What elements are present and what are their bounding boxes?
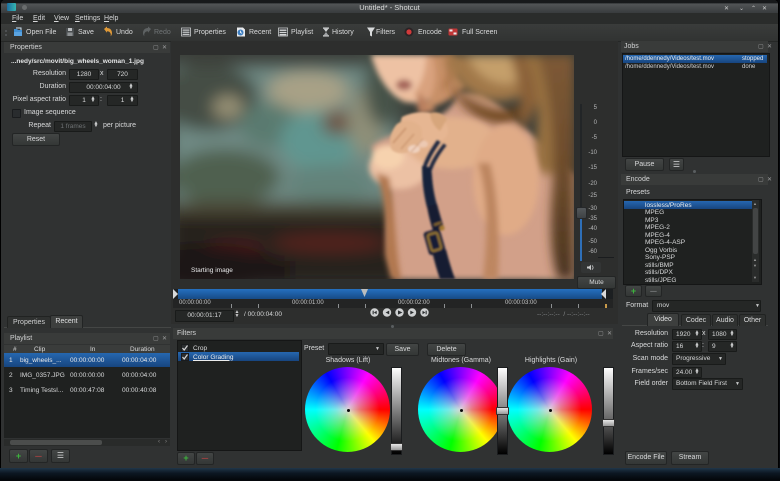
svg-text:Starting image: Starting image: [191, 267, 233, 274]
